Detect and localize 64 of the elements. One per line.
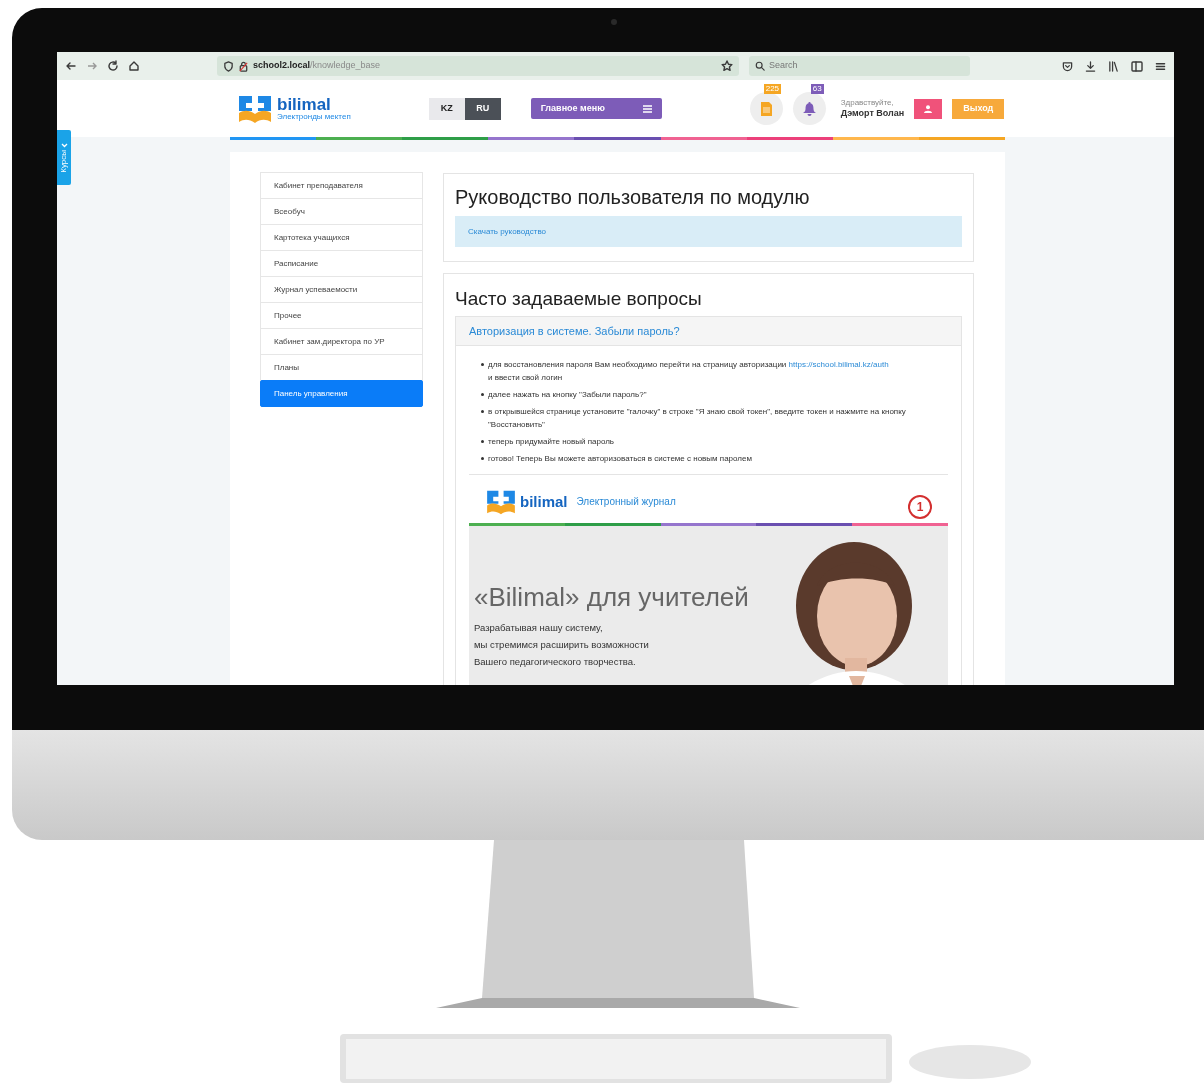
library-icon[interactable]: [1108, 60, 1119, 72]
number-marker: 1: [908, 494, 932, 519]
logo-tagline: Электронды мектеп: [277, 113, 351, 121]
language-button[interactable]: RU: [464, 97, 501, 120]
address-bar[interactable]: school2.local/knowledge_base: [217, 56, 739, 76]
greeting-text: Здравствуйте,: [840, 97, 895, 108]
menu-icon: [642, 104, 652, 113]
main-menu-button[interactable]: Главное меню: [530, 98, 662, 119]
sidebar-item[interactable]: Прочее: [260, 302, 423, 329]
bullet-icon: [481, 439, 484, 443]
chevron-icon: [60, 142, 68, 148]
camera-icon: [611, 19, 617, 25]
bullet-icon: [481, 456, 484, 460]
menu-icon[interactable]: [1155, 60, 1166, 72]
logo-subtitle: Электронный журнал: [576, 495, 676, 510]
notifications-button[interactable]: [792, 92, 826, 125]
sidebar-item[interactable]: Журнал успеваемости: [260, 276, 423, 303]
logo-text[interactable]: bilimal: [277, 96, 351, 113]
search-icon: [755, 61, 765, 71]
logo-icon: [486, 488, 516, 515]
sidebar-icon[interactable]: [1131, 60, 1143, 72]
sidebar-item[interactable]: Кабинет преподавателя: [260, 172, 423, 199]
lock-icon: [238, 60, 249, 72]
sidebar-item[interactable]: Планы: [260, 354, 423, 381]
star-icon[interactable]: [721, 60, 733, 72]
language-button[interactable]: KZ: [428, 97, 465, 120]
sidebar-item[interactable]: Всеобуч: [260, 198, 423, 225]
bell-icon: [802, 101, 816, 116]
list-item-text: теперь придумайте новый пароль: [488, 435, 615, 448]
banner-text: Вашего педагогического творчества.: [474, 655, 637, 670]
list-item-text: готово! Теперь Вы можете авторизоваться в системе с новым паролем: [488, 452, 752, 465]
section-title: Часто задаваемые вопросы: [455, 287, 703, 311]
sidebar-item[interactable]: Расписание: [260, 250, 423, 277]
sidebar-item[interactable]: Картотека учащихся: [260, 224, 423, 251]
list-item-text: для восстановления пароля Вам необходимо перейти на страницу авторизации https://school.bilimal.kz/auth и ввести свой логин: [488, 358, 889, 384]
list-item-text: далее нажать на кнопку "Забыли пароль?": [488, 388, 647, 401]
sidebar-item[interactable]: Кабинет зам.директора по УР: [260, 328, 423, 355]
shield-icon: [223, 60, 234, 72]
url-text: school2.local/knowledge_base: [253, 59, 381, 73]
search-field[interactable]: Search: [749, 56, 970, 76]
banner-text: мы стремимся расширить возможности: [474, 638, 650, 652]
bullet-icon: [481, 409, 484, 413]
section-title: Руководство пользователя по модулю: [455, 185, 811, 210]
banner-heading: «Bilimal» для учителей: [474, 583, 749, 610]
reload-icon[interactable]: [107, 60, 119, 72]
count-badge: 225: [763, 84, 782, 94]
user-icon: [924, 104, 933, 113]
count-badge: 63: [810, 84, 824, 94]
bullet-icon: [481, 392, 484, 396]
home-icon[interactable]: [128, 60, 140, 72]
question-header[interactable]: Авторизация в системе. Забыли пароль?: [456, 316, 961, 346]
download-icon[interactable]: [1085, 60, 1096, 72]
back-icon[interactable]: [65, 60, 77, 72]
auth-link[interactable]: https://school.bilimal.kz/auth: [788, 359, 889, 369]
logo-text: bilimal: [520, 491, 568, 512]
bullet-icon: [481, 362, 484, 366]
user-name: Дэморт Волан: [840, 107, 905, 120]
logo-icon[interactable]: [238, 93, 272, 124]
sidebar-item[interactable]: Панель управления: [260, 380, 423, 407]
document-icon: [760, 101, 772, 116]
pocket-icon[interactable]: [1062, 60, 1073, 72]
profile-button[interactable]: [914, 98, 943, 119]
banner-text: Разрабатывая нашу систему,: [474, 620, 604, 635]
list-item-text: в открывшейся странице установите "галочку" в строке "Я знаю свой токен", введите токен и нажмите на кнопку "Восстановить": [488, 405, 907, 431]
